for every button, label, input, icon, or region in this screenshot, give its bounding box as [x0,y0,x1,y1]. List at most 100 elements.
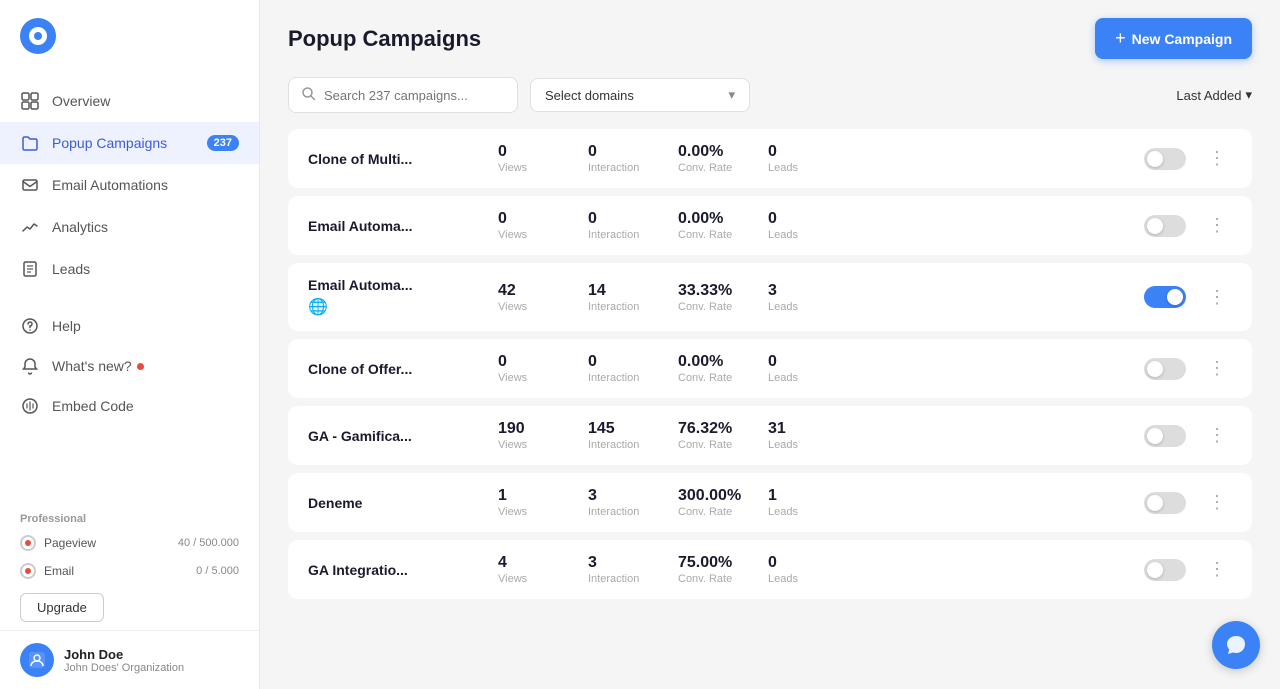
sidebar-item-label: Leads [52,261,90,277]
sidebar-item-label: Overview [52,93,110,109]
sidebar-item-leads[interactable]: Leads [0,248,259,290]
pageview-label: Pageview [44,536,170,550]
campaign-interaction: 3 Interaction [588,554,678,585]
campaign-conv-rate: 75.00% Conv. Rate [678,554,768,585]
campaign-row: Email Automa... 🌐 42 Views 14 Interactio… [288,263,1252,331]
campaign-toggle[interactable] [1144,358,1186,380]
campaign-interaction: 14 Interaction [588,282,678,313]
campaign-name: Email Automa... 🌐 [308,277,498,317]
campaign-name: GA Integratio... [308,562,498,578]
sidebar-nav: Overview Popup Campaigns 237 Email Autom… [0,72,259,505]
user-name: John Doe [64,647,184,662]
campaign-more-button[interactable]: ⋮ [1202,283,1232,312]
campaign-leads: 0 Leads [768,353,858,384]
campaign-toggle-area [1144,559,1186,581]
filters-row: Select domains ▾ Last Added ▾ [260,77,1280,129]
toggle-knob [1147,428,1163,444]
sidebar-item-label: Analytics [52,219,108,235]
sort-select[interactable]: Last Added ▾ [1176,87,1252,103]
search-icon [301,86,316,104]
help-icon [20,316,40,336]
campaign-row: Clone of Multi... 0 Views 0 Interaction … [288,129,1252,188]
campaign-leads: 31 Leads [768,420,858,451]
user-org: John Does' Organization [64,662,184,674]
toggle-knob [1147,562,1163,578]
new-campaign-button[interactable]: + New Campaign [1095,18,1252,59]
sidebar: Overview Popup Campaigns 237 Email Autom… [0,0,260,689]
campaign-toggle[interactable] [1144,286,1186,308]
campaign-more-button[interactable]: ⋮ [1202,488,1232,517]
campaign-more-button[interactable]: ⋮ [1202,211,1232,240]
campaign-name: Deneme [308,495,498,511]
campaigns-list: Clone of Multi... 0 Views 0 Interaction … [260,129,1280,689]
campaign-name: Clone of Multi... [308,151,498,167]
campaign-conv-rate: 0.00% Conv. Rate [678,143,768,174]
campaign-toggle-area [1144,492,1186,514]
new-campaign-label: New Campaign [1132,31,1232,47]
sidebar-item-whats-new[interactable]: What's new? [0,346,259,386]
campaign-more-button[interactable]: ⋮ [1202,354,1232,383]
chat-fab[interactable] [1212,621,1260,669]
sidebar-item-embed-code[interactable]: Embed Code [0,386,259,426]
bell-icon [20,356,40,376]
sidebar-item-label: Popup Campaigns [52,135,167,151]
email-usage: Email 0 / 5.000 [0,557,259,585]
campaign-toggle[interactable] [1144,215,1186,237]
campaign-views: 0 Views [498,210,588,241]
campaign-toggle-area [1144,425,1186,447]
campaign-interaction: 145 Interaction [588,420,678,451]
domain-select[interactable]: Select domains ▾ [530,78,750,112]
email-label: Email [44,564,188,578]
campaign-leads: 0 Leads [768,210,858,241]
user-info: John Doe John Does' Organization [64,647,184,674]
notification-dot [137,363,144,370]
sort-label: Last Added [1176,88,1241,103]
plan-section: Professional Pageview 40 / 500.000 Email… [0,505,259,630]
campaign-toggle[interactable] [1144,425,1186,447]
user-profile[interactable]: John Doe John Does' Organization [0,630,259,689]
logo[interactable] [0,0,259,72]
campaign-row: GA - Gamifica... 190 Views 145 Interacti… [288,406,1252,465]
sidebar-item-label: Email Automations [52,177,168,193]
campaign-toggle[interactable] [1144,148,1186,170]
toggle-knob [1147,495,1163,511]
campaign-leads: 1 Leads [768,487,858,518]
campaign-conv-rate: 0.00% Conv. Rate [678,210,768,241]
plus-icon: + [1115,28,1126,49]
campaign-more-button[interactable]: ⋮ [1202,421,1232,450]
sidebar-item-analytics[interactable]: Analytics [0,206,259,248]
campaign-views: 0 Views [498,353,588,384]
campaign-conv-rate: 33.33% Conv. Rate [678,282,768,313]
campaign-row: Clone of Offer... 0 Views 0 Interaction … [288,339,1252,398]
sidebar-item-email-automations[interactable]: Email Automations [0,164,259,206]
campaign-toggle-area [1144,286,1186,308]
campaign-conv-rate: 76.32% Conv. Rate [678,420,768,451]
chevron-down-icon: ▾ [728,87,735,103]
search-box[interactable] [288,77,518,113]
campaign-conv-rate: 300.00% Conv. Rate [678,487,768,518]
main-content: Popup Campaigns + New Campaign Select do… [260,0,1280,689]
email-icon [20,175,40,195]
pageview-count: 40 / 500.000 [178,537,239,549]
sidebar-item-overview[interactable]: Overview [0,80,259,122]
campaign-more-button[interactable]: ⋮ [1202,144,1232,173]
sidebar-item-popup-campaigns[interactable]: Popup Campaigns 237 [0,122,259,164]
campaign-views: 4 Views [498,554,588,585]
campaign-row: Email Automa... 0 Views 0 Interaction 0.… [288,196,1252,255]
campaign-name: Email Automa... [308,218,498,234]
globe-icon: 🌐 [308,297,498,317]
campaign-more-button[interactable]: ⋮ [1202,555,1232,584]
sidebar-item-label: Embed Code [52,398,134,414]
grid-icon [20,91,40,111]
upgrade-button[interactable]: Upgrade [20,593,104,622]
sidebar-item-help[interactable]: Help [0,306,259,346]
campaign-name: GA - Gamifica... [308,428,498,444]
campaign-toggle[interactable] [1144,492,1186,514]
top-bar: Popup Campaigns + New Campaign [260,0,1280,77]
campaign-toggle[interactable] [1144,559,1186,581]
page-title: Popup Campaigns [288,26,481,52]
chart-icon [20,217,40,237]
campaigns-badge: 237 [207,135,239,151]
campaign-views: 0 Views [498,143,588,174]
search-input[interactable] [324,88,484,103]
